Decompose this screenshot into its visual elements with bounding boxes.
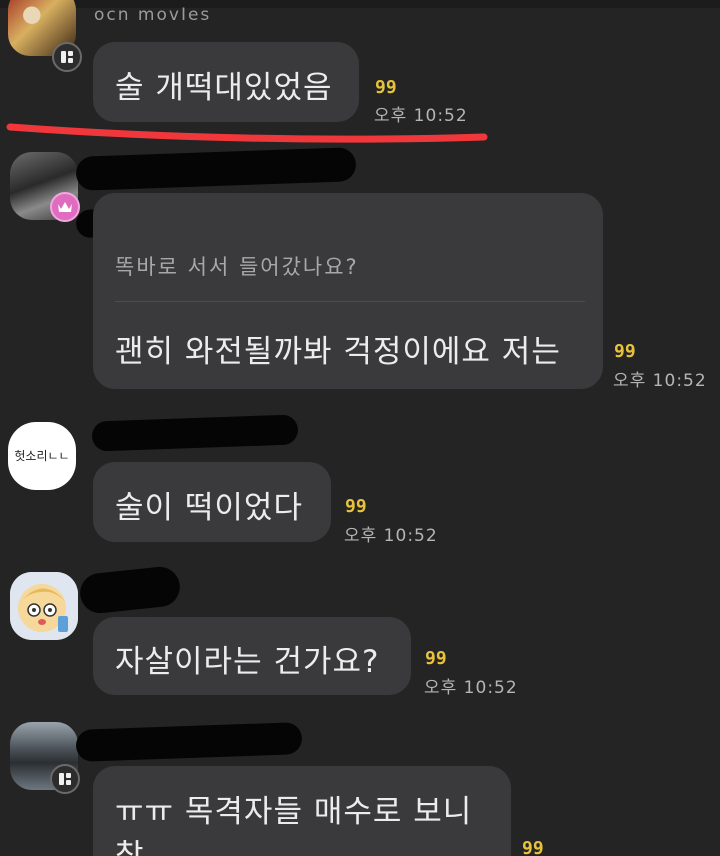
message-bubble[interactable]: 술이 떡이었다 <box>93 462 331 542</box>
message-text-line2: 참 ... <box>115 838 188 856</box>
unread-count: 99 <box>614 341 636 362</box>
avatar-user4[interactable] <box>10 572 78 640</box>
message-time: 오후 10:52 <box>344 526 438 546</box>
reply-divider <box>115 301 585 302</box>
grid-icon <box>50 764 80 794</box>
redacted-name <box>78 564 182 616</box>
reply-quote-text: 똑바로 서서 들어갔나요? <box>115 255 359 279</box>
chat-screen: ocn movIes 술 개떡대있었음 99 오후 10:52 똑바로 서서 들… <box>0 0 720 856</box>
redacted-name <box>91 414 299 452</box>
message-text: 자살이라는 건가요? <box>115 644 380 680</box>
message-time: 오후 10:52 <box>424 678 518 698</box>
redacted-name <box>75 722 303 762</box>
message-bubble[interactable]: 자살이라는 건가요? <box>93 617 411 695</box>
avatar-text: 헛소리ㄴㄴ <box>14 449 70 463</box>
message-time: 오후 10:52 <box>613 371 707 391</box>
unread-count: 99 <box>425 648 447 669</box>
message-text-line1: ㅠㅠ 목격자들 매수로 보니 <box>115 794 473 830</box>
unread-count: 99 <box>345 496 367 517</box>
message-text: 술이 떡이었다 <box>115 490 303 526</box>
message-text: 괜히 와전될까봐 걱정이에요 저는 <box>115 334 561 370</box>
unread-count: 99 <box>522 838 544 856</box>
avatar-user3[interactable]: 헛소리ㄴㄴ <box>8 422 76 490</box>
message-bubble[interactable]: ㅠㅠ 목격자들 매수로 보니 참 ... <box>93 766 511 856</box>
crown-icon <box>50 192 80 222</box>
reply-bubble[interactable]: 똑바로 서서 들어갔나요? 괜히 와전될까봐 걱정이에요 저는 <box>93 193 603 389</box>
